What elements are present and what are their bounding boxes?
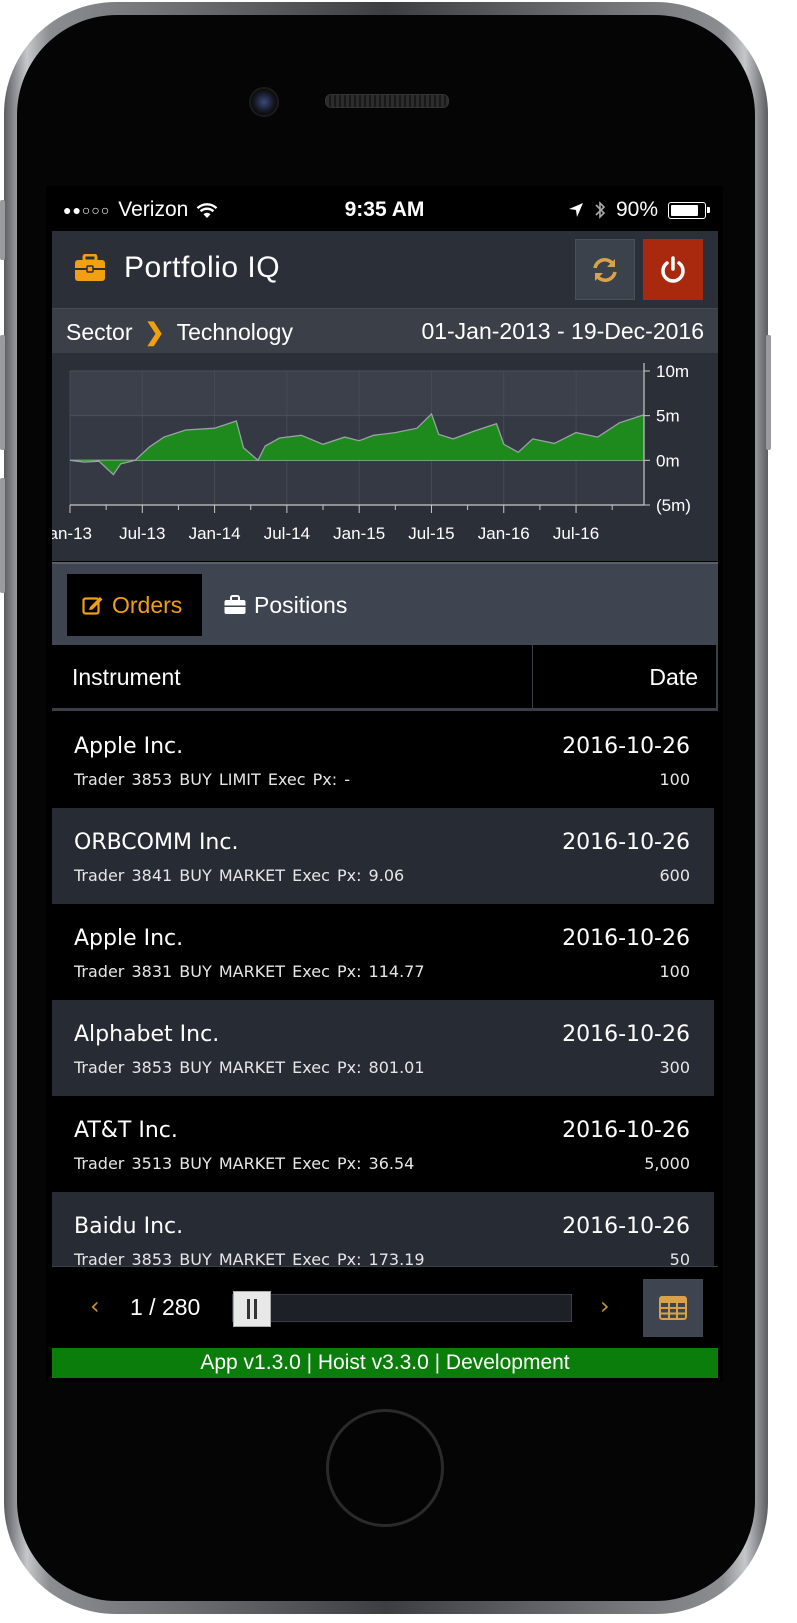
grid-view-button[interactable] [643, 1279, 703, 1337]
row-date: 2016-10-26 [562, 926, 690, 951]
sector-bar: Sector ❯ Technology 01-Jan-2013 - 19-Dec… [52, 309, 718, 353]
row-detail: Trader 3853 BUY MARKET Exec Px: 173.19 [74, 1250, 425, 1266]
battery-level [671, 204, 698, 216]
grid-header: Instrument Date [52, 645, 718, 711]
breadcrumb-technology[interactable]: Technology [177, 319, 293, 346]
row-quantity: 100 [659, 770, 690, 789]
row-instrument: Apple Inc. [74, 734, 184, 759]
column-divider [532, 645, 533, 711]
battery-icon [668, 201, 710, 219]
chart-x-tick-label: Jul-15 [408, 524, 454, 543]
location-arrow-icon [568, 203, 583, 217]
volume-down-button [0, 478, 5, 593]
refresh-button[interactable] [575, 239, 635, 300]
date-range: 01-Jan-2013 - 19-Dec-2016 [421, 318, 704, 344]
volume-up-button [0, 335, 5, 450]
chart-x-tick-label: Jan-16 [478, 524, 530, 543]
chart-x-tick-label: Jan-15 [333, 524, 385, 543]
row-date: 2016-10-26 [562, 1022, 690, 1047]
chart-svg: 10m 5m 0m (5m) Jan-13 Jul-13 Jan-14 Jul-14 Jan-1… [52, 362, 691, 543]
row-instrument: Baidu Inc. [74, 1214, 184, 1239]
chart-upper-band [70, 371, 644, 416]
column-header-date[interactable]: Date [649, 664, 698, 691]
chart-x-tick-label: Jul-16 [553, 524, 599, 543]
bluetooth-icon [595, 201, 606, 219]
breadcrumb: Sector ❯ Technology [66, 318, 293, 347]
chart-x-tick-label: Jul-14 [264, 524, 310, 543]
logout-button[interactable] [643, 239, 703, 300]
chart-x-tick-label: Jan-13 [52, 524, 92, 543]
row-quantity: 600 [659, 866, 690, 885]
row-quantity: 300 [659, 1058, 690, 1077]
front-camera [249, 87, 279, 117]
row-detail: Trader 3831 BUY MARKET Exec Px: 114.77 [74, 962, 425, 981]
prev-page-button[interactable]: ‹ [90, 1292, 100, 1320]
home-button[interactable] [326, 1409, 444, 1527]
tab-orders-label: Orders [112, 591, 183, 618]
refresh-icon [593, 257, 617, 282]
row-date: 2016-10-26 [562, 1214, 690, 1239]
row-quantity: 100 [659, 962, 690, 981]
row-instrument: Apple Inc. [74, 926, 184, 951]
table-row[interactable]: Baidu Inc. 2016-10-26 Trader 3853 BUY MA… [52, 1192, 714, 1266]
row-date: 2016-10-26 [562, 1118, 690, 1143]
table-row[interactable]: Alphabet Inc. 2016-10-26 Trader 3853 BUY… [52, 1000, 714, 1096]
row-detail: Trader 3841 BUY MARKET Exec Px: 9.06 [74, 866, 405, 885]
row-instrument: Alphabet Inc. [74, 1022, 220, 1047]
row-quantity: 5,000 [644, 1154, 690, 1173]
table-row[interactable]: ORBCOMM Inc. 2016-10-26 Trader 3841 BUY … [52, 808, 714, 904]
chevron-right-icon: ❯ [144, 319, 165, 346]
mute-switch [0, 200, 5, 260]
next-page-button[interactable]: › [600, 1292, 610, 1320]
row-detail: Trader 3853 BUY LIMIT Exec Px: - [74, 770, 351, 789]
row-quantity: 50 [669, 1250, 690, 1266]
row-instrument: ORBCOMM Inc. [74, 830, 239, 855]
edit-icon [82, 597, 103, 615]
chart-x-tick-label: Jul-13 [119, 524, 165, 543]
battery-percent: 90% [615, 198, 658, 221]
app-title: Portfolio IQ [124, 251, 281, 284]
screen: ●●○○○ Verizon 9:35 AM 90% Portfolio IQ S… [46, 186, 723, 1382]
chart-y-tick-label: 10m [656, 362, 689, 381]
row-detail: Trader 3513 BUY MARKET Exec Px: 36.54 [74, 1154, 415, 1173]
chart-y-tick-label: 5m [656, 407, 680, 426]
row-date: 2016-10-26 [562, 830, 690, 855]
orders-list[interactable]: Apple Inc. 2016-10-26 Trader 3853 BUY LI… [52, 712, 718, 1266]
breadcrumb-sector[interactable]: Sector [66, 319, 132, 346]
table-icon [659, 1296, 687, 1320]
page-slider-thumb[interactable] [233, 1291, 271, 1327]
table-row[interactable]: Apple Inc. 2016-10-26 Trader 3853 BUY LI… [52, 712, 714, 808]
power-icon [661, 255, 685, 283]
version-footer: App v1.3.0 | Hoist v3.3.0 | Development [52, 1348, 718, 1378]
pager: ‹ 1 / 280 › [52, 1266, 718, 1347]
briefcase-icon [224, 595, 246, 614]
earpiece-speaker [325, 94, 449, 108]
tab-bar: Orders Positions [52, 562, 718, 645]
performance-chart[interactable]: 10m 5m 0m (5m) Jan-13 Jul-13 Jan-14 Jul-14 Jan-1… [52, 353, 718, 561]
row-detail: Trader 3853 BUY MARKET Exec Px: 801.01 [74, 1058, 425, 1077]
column-header-instrument[interactable]: Instrument [72, 664, 181, 691]
row-date: 2016-10-26 [562, 734, 690, 759]
table-row[interactable]: AT&T Inc. 2016-10-26 Trader 3513 BUY MAR… [52, 1096, 714, 1192]
page-slider[interactable] [232, 1291, 572, 1327]
tab-positions[interactable]: Positions [209, 574, 362, 636]
sleep-button [766, 335, 771, 450]
page-indicator: 1 / 280 [130, 1294, 201, 1320]
column-divider [716, 645, 718, 711]
status-bar: ●●○○○ Verizon 9:35 AM 90% [46, 186, 723, 231]
row-instrument: AT&T Inc. [74, 1118, 178, 1143]
chart-x-tick-label: Jan-14 [189, 524, 241, 543]
chart-y-tick-label: (5m) [656, 496, 691, 515]
table-row[interactable]: Apple Inc. 2016-10-26 Trader 3831 BUY MA… [52, 904, 714, 1000]
chart-y-tick-label: 0m [656, 451, 680, 470]
tab-positions-label: Positions [254, 591, 348, 618]
briefcase-icon [75, 254, 105, 281]
app-header: Portfolio IQ [52, 231, 718, 309]
tab-orders[interactable]: Orders [67, 574, 202, 636]
